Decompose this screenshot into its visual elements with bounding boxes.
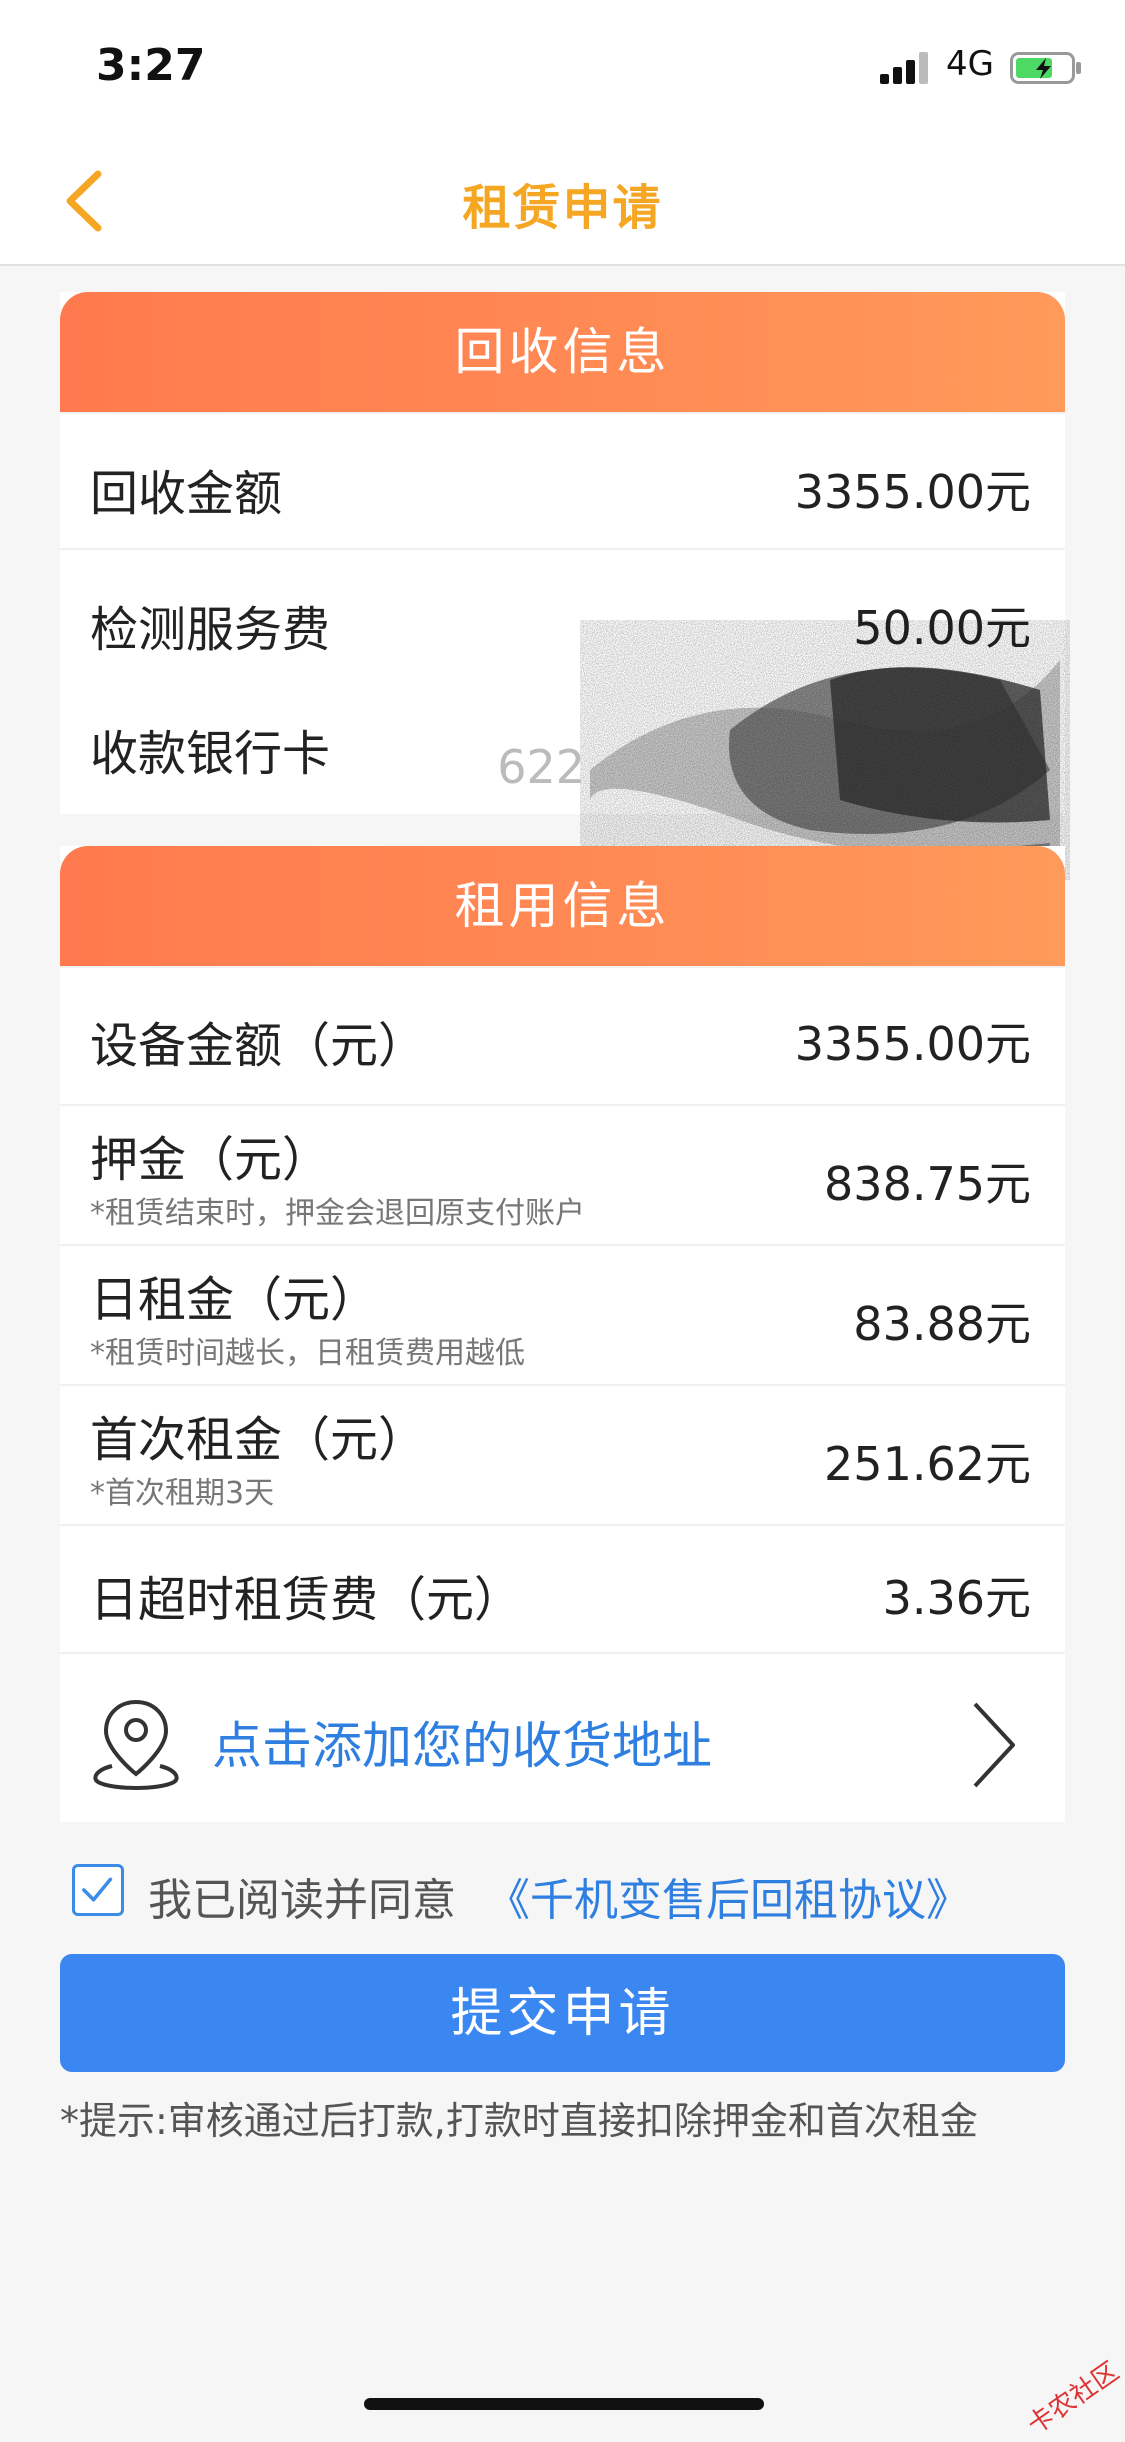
status-time: 3:27 [96, 40, 206, 91]
row-label: 首次租金（元） [90, 1412, 427, 1468]
agreement-checkbox[interactable] [72, 1864, 124, 1916]
row-label: 检测服务费 [90, 602, 331, 658]
daily-rent-row: 日租金（元） *租赁时间越长，日租赁费用越低 83.88元 [60, 1244, 1065, 1384]
location-pin-icon [93, 1699, 179, 1790]
row-value: 251.62元 [824, 1437, 1031, 1491]
row-label: 押金（元） [90, 1132, 331, 1188]
row-label: 收款银行卡 [90, 726, 331, 782]
agreement-link[interactable]: 《千机变售后回租协议》 [486, 1864, 970, 1928]
row-label: 回收金额 [90, 466, 283, 522]
row-value: 3.36元 [882, 1571, 1031, 1625]
row-label: 设备金额（元） [90, 1018, 427, 1074]
redaction-scribble [580, 620, 1070, 880]
row-value: 83.88元 [853, 1297, 1031, 1351]
row-label: 日超时租赁费（元） [90, 1572, 523, 1628]
row-value: 3355.00元 [794, 465, 1031, 519]
rental-info-card: 租用信息 设备金额（元） 3355.00元 押金（元） *租赁结束时，押金会退回… [60, 846, 1065, 1822]
row-note: *租赁时间越长，日租赁费用越低 [90, 1336, 525, 1371]
row-value: 838.75元 [824, 1157, 1031, 1211]
submit-button[interactable]: 提交申请 [60, 1954, 1065, 2072]
chevron-right-icon[interactable] [969, 1700, 1019, 1790]
network-type: 4G [946, 44, 994, 84]
recovery-amount-row: 回收金额 3355.00元 [60, 412, 1065, 548]
tip-text: *提示:审核通过后打款,打款时直接扣除押金和首次租金 [60, 2099, 978, 2143]
checkmark-icon [82, 1877, 113, 1902]
add-address-row[interactable]: 点击添加您的收货地址 [60, 1652, 1065, 1822]
watermark: 卡农社区 [1022, 2356, 1125, 2441]
overtime-fee-row: 日超时租赁费（元） 3.36元 [60, 1524, 1065, 1652]
rental-info-header: 租用信息 [60, 846, 1065, 966]
row-label: 日租金（元） [90, 1272, 379, 1328]
signal-icon [880, 52, 928, 84]
row-value: 3355.00元 [794, 1017, 1031, 1071]
row-note: *首次租期3天 [90, 1476, 275, 1511]
first-rent-row: 首次租金（元） *首次租期3天 251.62元 [60, 1384, 1065, 1524]
device-amount-row: 设备金额（元） 3355.00元 [60, 966, 1065, 1104]
battery-icon [1010, 52, 1081, 84]
page-title: 租赁申请 [462, 180, 663, 236]
recovery-info-header: 回收信息 [60, 292, 1065, 412]
agreement-text: 我已阅读并同意 [148, 1875, 456, 1926]
row-note: *租赁结束时，押金会退回原支付账户 [90, 1196, 585, 1231]
nav-bar: 租赁申请 [0, 140, 1125, 266]
add-address-text[interactable]: 点击添加您的收货地址 [212, 1706, 712, 1778]
status-bar: 3:27 4G [0, 0, 1125, 140]
home-indicator[interactable] [364, 2398, 764, 2410]
bank-card-number: 622 [497, 740, 585, 794]
deposit-row: 押金（元） *租赁结束时，押金会退回原支付账户 838.75元 [60, 1104, 1065, 1244]
